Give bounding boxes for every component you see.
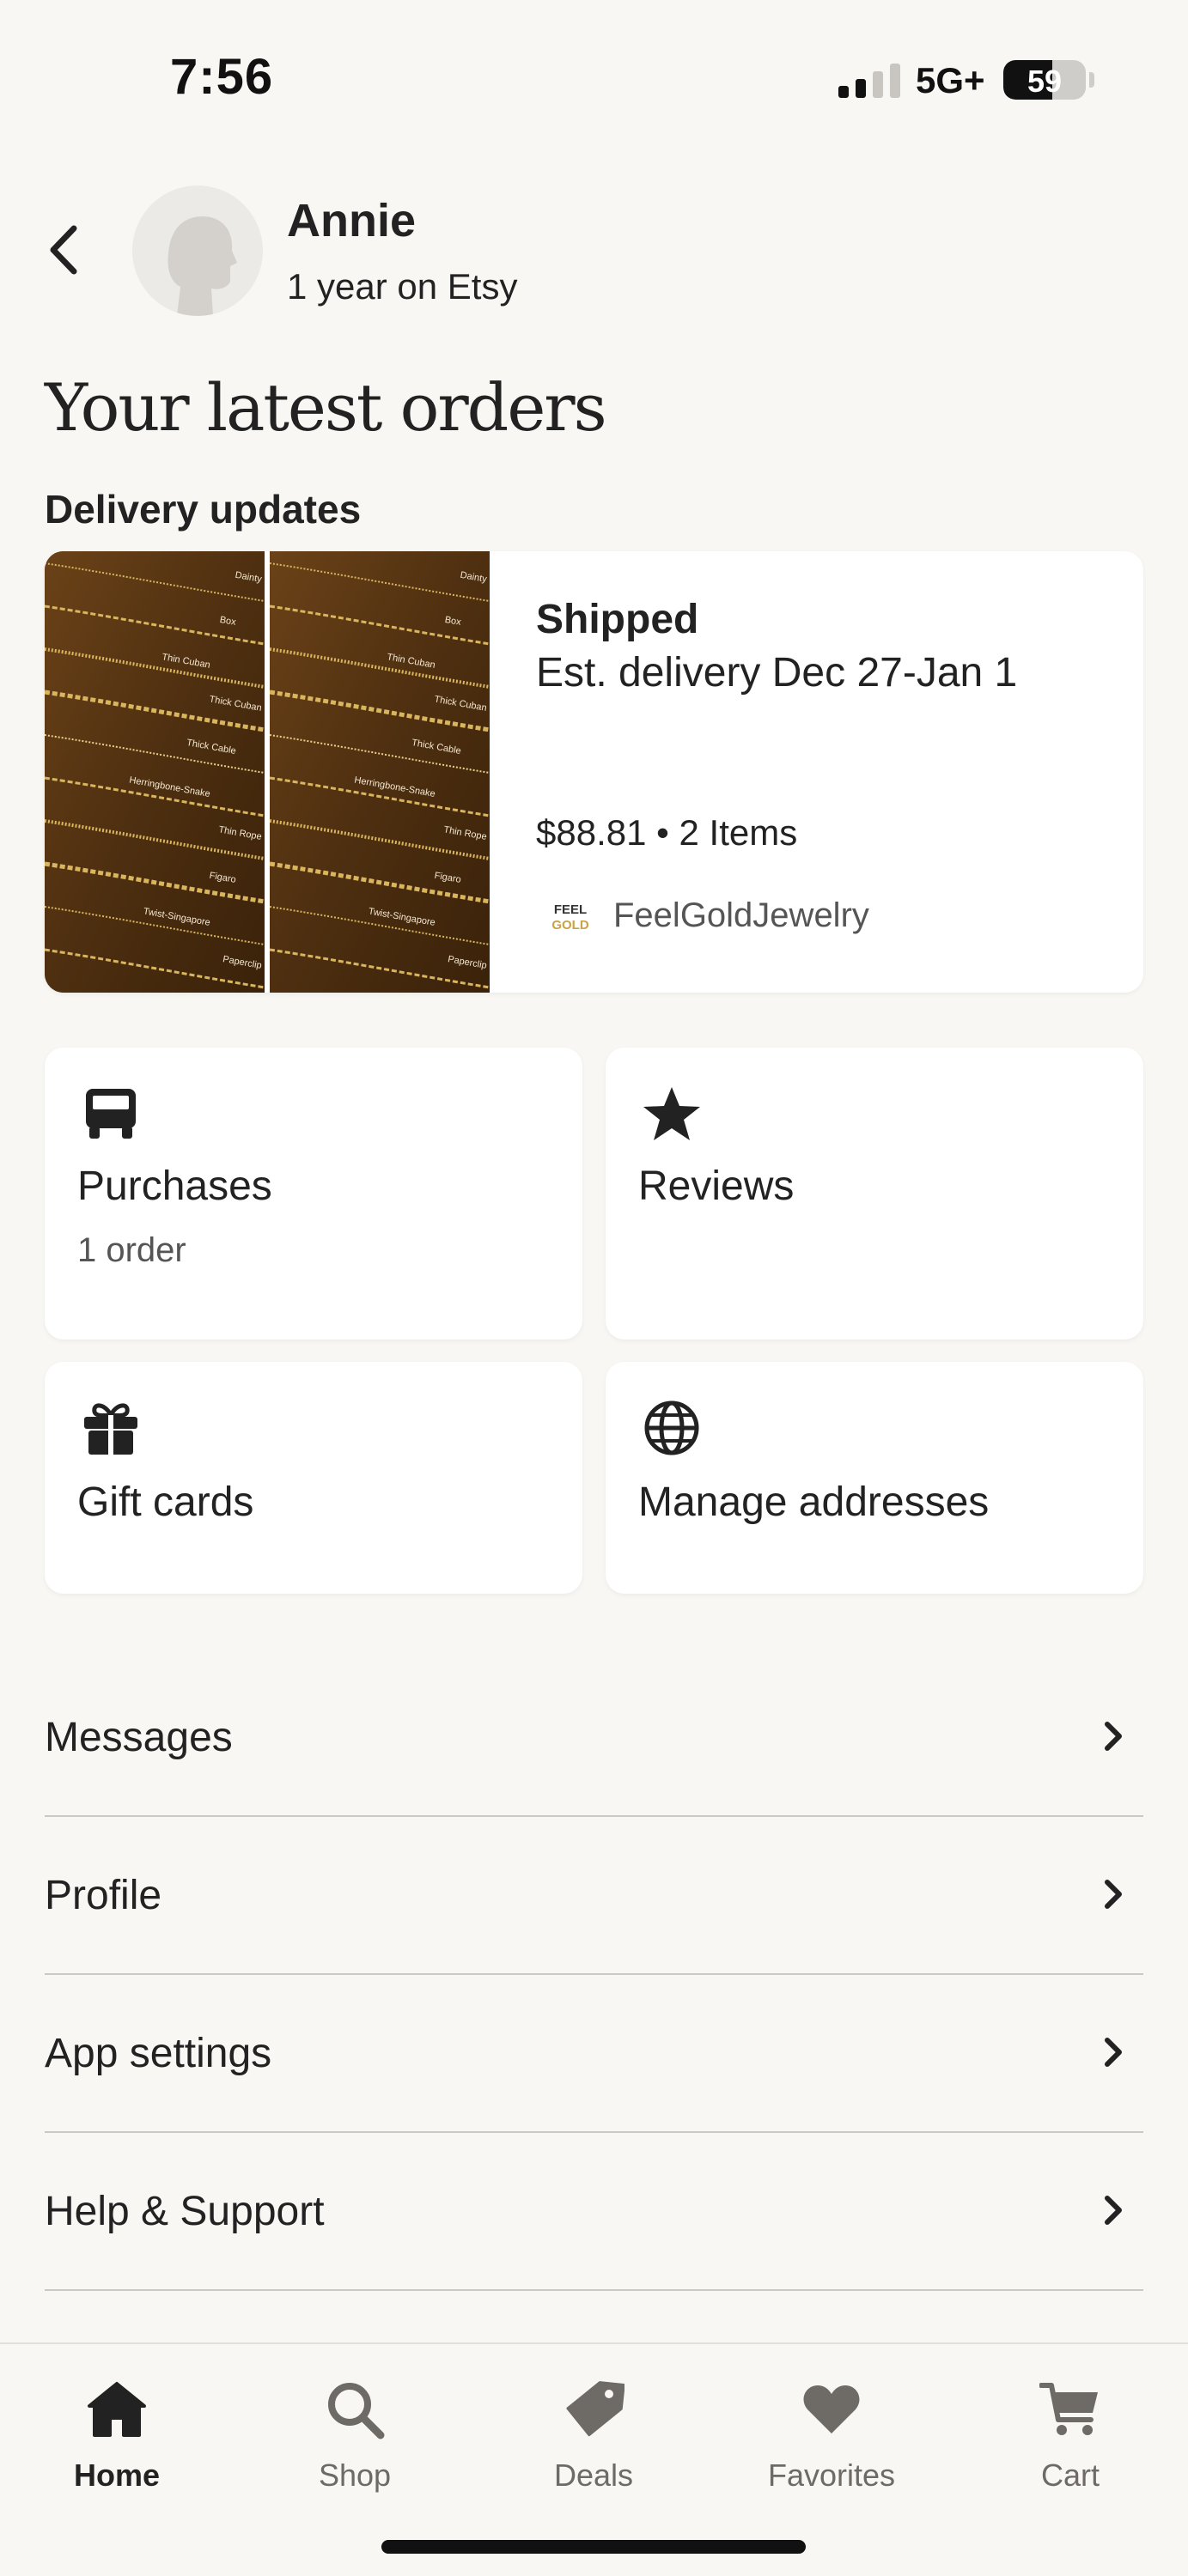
battery-tip	[1089, 72, 1094, 88]
menu-item-app-settings[interactable]: App settings	[45, 1975, 1143, 2133]
reviews-label: Reviews	[638, 1163, 795, 1209]
home-icon	[88, 2382, 146, 2437]
nav-label: Deals	[553, 2458, 634, 2493]
tag-icon	[566, 2381, 624, 2437]
battery-icon: 59	[1003, 60, 1086, 100]
purchases-tile[interactable]: Purchases 1 order	[45, 1048, 582, 1340]
home-indicator	[381, 2540, 806, 2554]
user-name: Annie	[287, 195, 417, 246]
order-item-image: Dainty Box Thin Cuban Thick Cuban Thick Cabl…	[270, 551, 490, 993]
menu-item-help-support[interactable]: Help & Support	[45, 2133, 1143, 2291]
globe-icon	[644, 1400, 699, 1455]
nav-label: Cart	[1040, 2458, 1100, 2493]
nav-home[interactable]: Home	[31, 2368, 203, 2497]
order-item-image: Dainty Box Thin Cuban Thick Cuban Thick Cabl…	[45, 551, 265, 993]
gift-cards-label: Gift cards	[77, 1479, 254, 1525]
nav-deals[interactable]: Deals	[508, 2368, 679, 2497]
menu-item-label: Profile	[45, 1873, 162, 1918]
order-card[interactable]: Dainty Box Thin Cuban Thick Cuban Thick Cabl…	[45, 551, 1143, 993]
menu-item-messages[interactable]: Messages	[45, 1659, 1143, 1817]
order-status: Shipped	[536, 597, 699, 642]
status-bar: 7:56 5G+ 59	[0, 0, 1188, 129]
order-summary: $88.81 • 2 Items	[536, 812, 798, 853]
chevron-right-icon	[1105, 1722, 1122, 1751]
gift-cards-tile[interactable]: Gift cards	[45, 1362, 582, 1594]
cart-icon	[1039, 2383, 1098, 2435]
menu-item-label: Messages	[45, 1715, 233, 1760]
shop-name: FeelGoldJewelry	[613, 896, 869, 934]
nav-label: Home	[73, 2458, 161, 2493]
chain-photo: DaintyBoxThin CubanThick CubanThick Cabl…	[270, 551, 490, 993]
default-avatar-icon	[168, 216, 237, 316]
purchases-count: 1 order	[77, 1231, 186, 1269]
truck-icon	[86, 1089, 136, 1139]
reviews-tile[interactable]: Reviews	[606, 1048, 1143, 1340]
nav-cart[interactable]: Cart	[984, 2368, 1156, 2497]
search-icon	[328, 2383, 385, 2439]
purchases-label: Purchases	[77, 1163, 272, 1209]
user-tenure: 1 year on Etsy	[287, 266, 518, 307]
manage-addresses-label: Manage addresses	[638, 1479, 990, 1525]
nav-shop[interactable]: Shop	[269, 2368, 441, 2497]
menu-item-label: App settings	[45, 2031, 272, 2076]
page-title: Your latest orders	[45, 369, 607, 446]
status-time: 7:56	[170, 49, 274, 105]
battery-percent: 59	[1027, 64, 1063, 99]
chevron-right-icon	[1105, 2196, 1122, 2225]
back-chevron-icon[interactable]	[43, 220, 86, 280]
heart-icon	[803, 2385, 860, 2433]
signal-icon	[838, 64, 900, 98]
shop-logo-line2: GOLD	[551, 918, 588, 933]
nav-favorites[interactable]: Favorites	[746, 2368, 917, 2497]
menu-item-profile[interactable]: Profile	[45, 1817, 1143, 1975]
nav-label: Shop	[318, 2458, 392, 2493]
star-icon	[643, 1087, 700, 1140]
network-type: 5G+	[916, 60, 985, 100]
gift-icon	[84, 1403, 137, 1455]
avatar[interactable]	[132, 185, 263, 316]
shop-logo: FEEL GOLD	[551, 902, 588, 933]
chevron-right-icon	[1105, 2038, 1122, 2067]
menu-item-label: Help & Support	[45, 2189, 325, 2234]
shop-logo-line1: FEEL	[554, 902, 587, 917]
chain-photo: DaintyBoxThin CubanThick CubanThick Cabl…	[45, 551, 265, 993]
nav-label: Favorites	[767, 2458, 896, 2493]
manage-addresses-tile[interactable]: Manage addresses	[606, 1362, 1143, 1594]
chevron-right-icon	[1105, 1880, 1122, 1909]
order-delivery-estimate: Est. delivery Dec 27-Jan 1	[536, 650, 1018, 696]
delivery-updates-heading: Delivery updates	[45, 487, 362, 532]
